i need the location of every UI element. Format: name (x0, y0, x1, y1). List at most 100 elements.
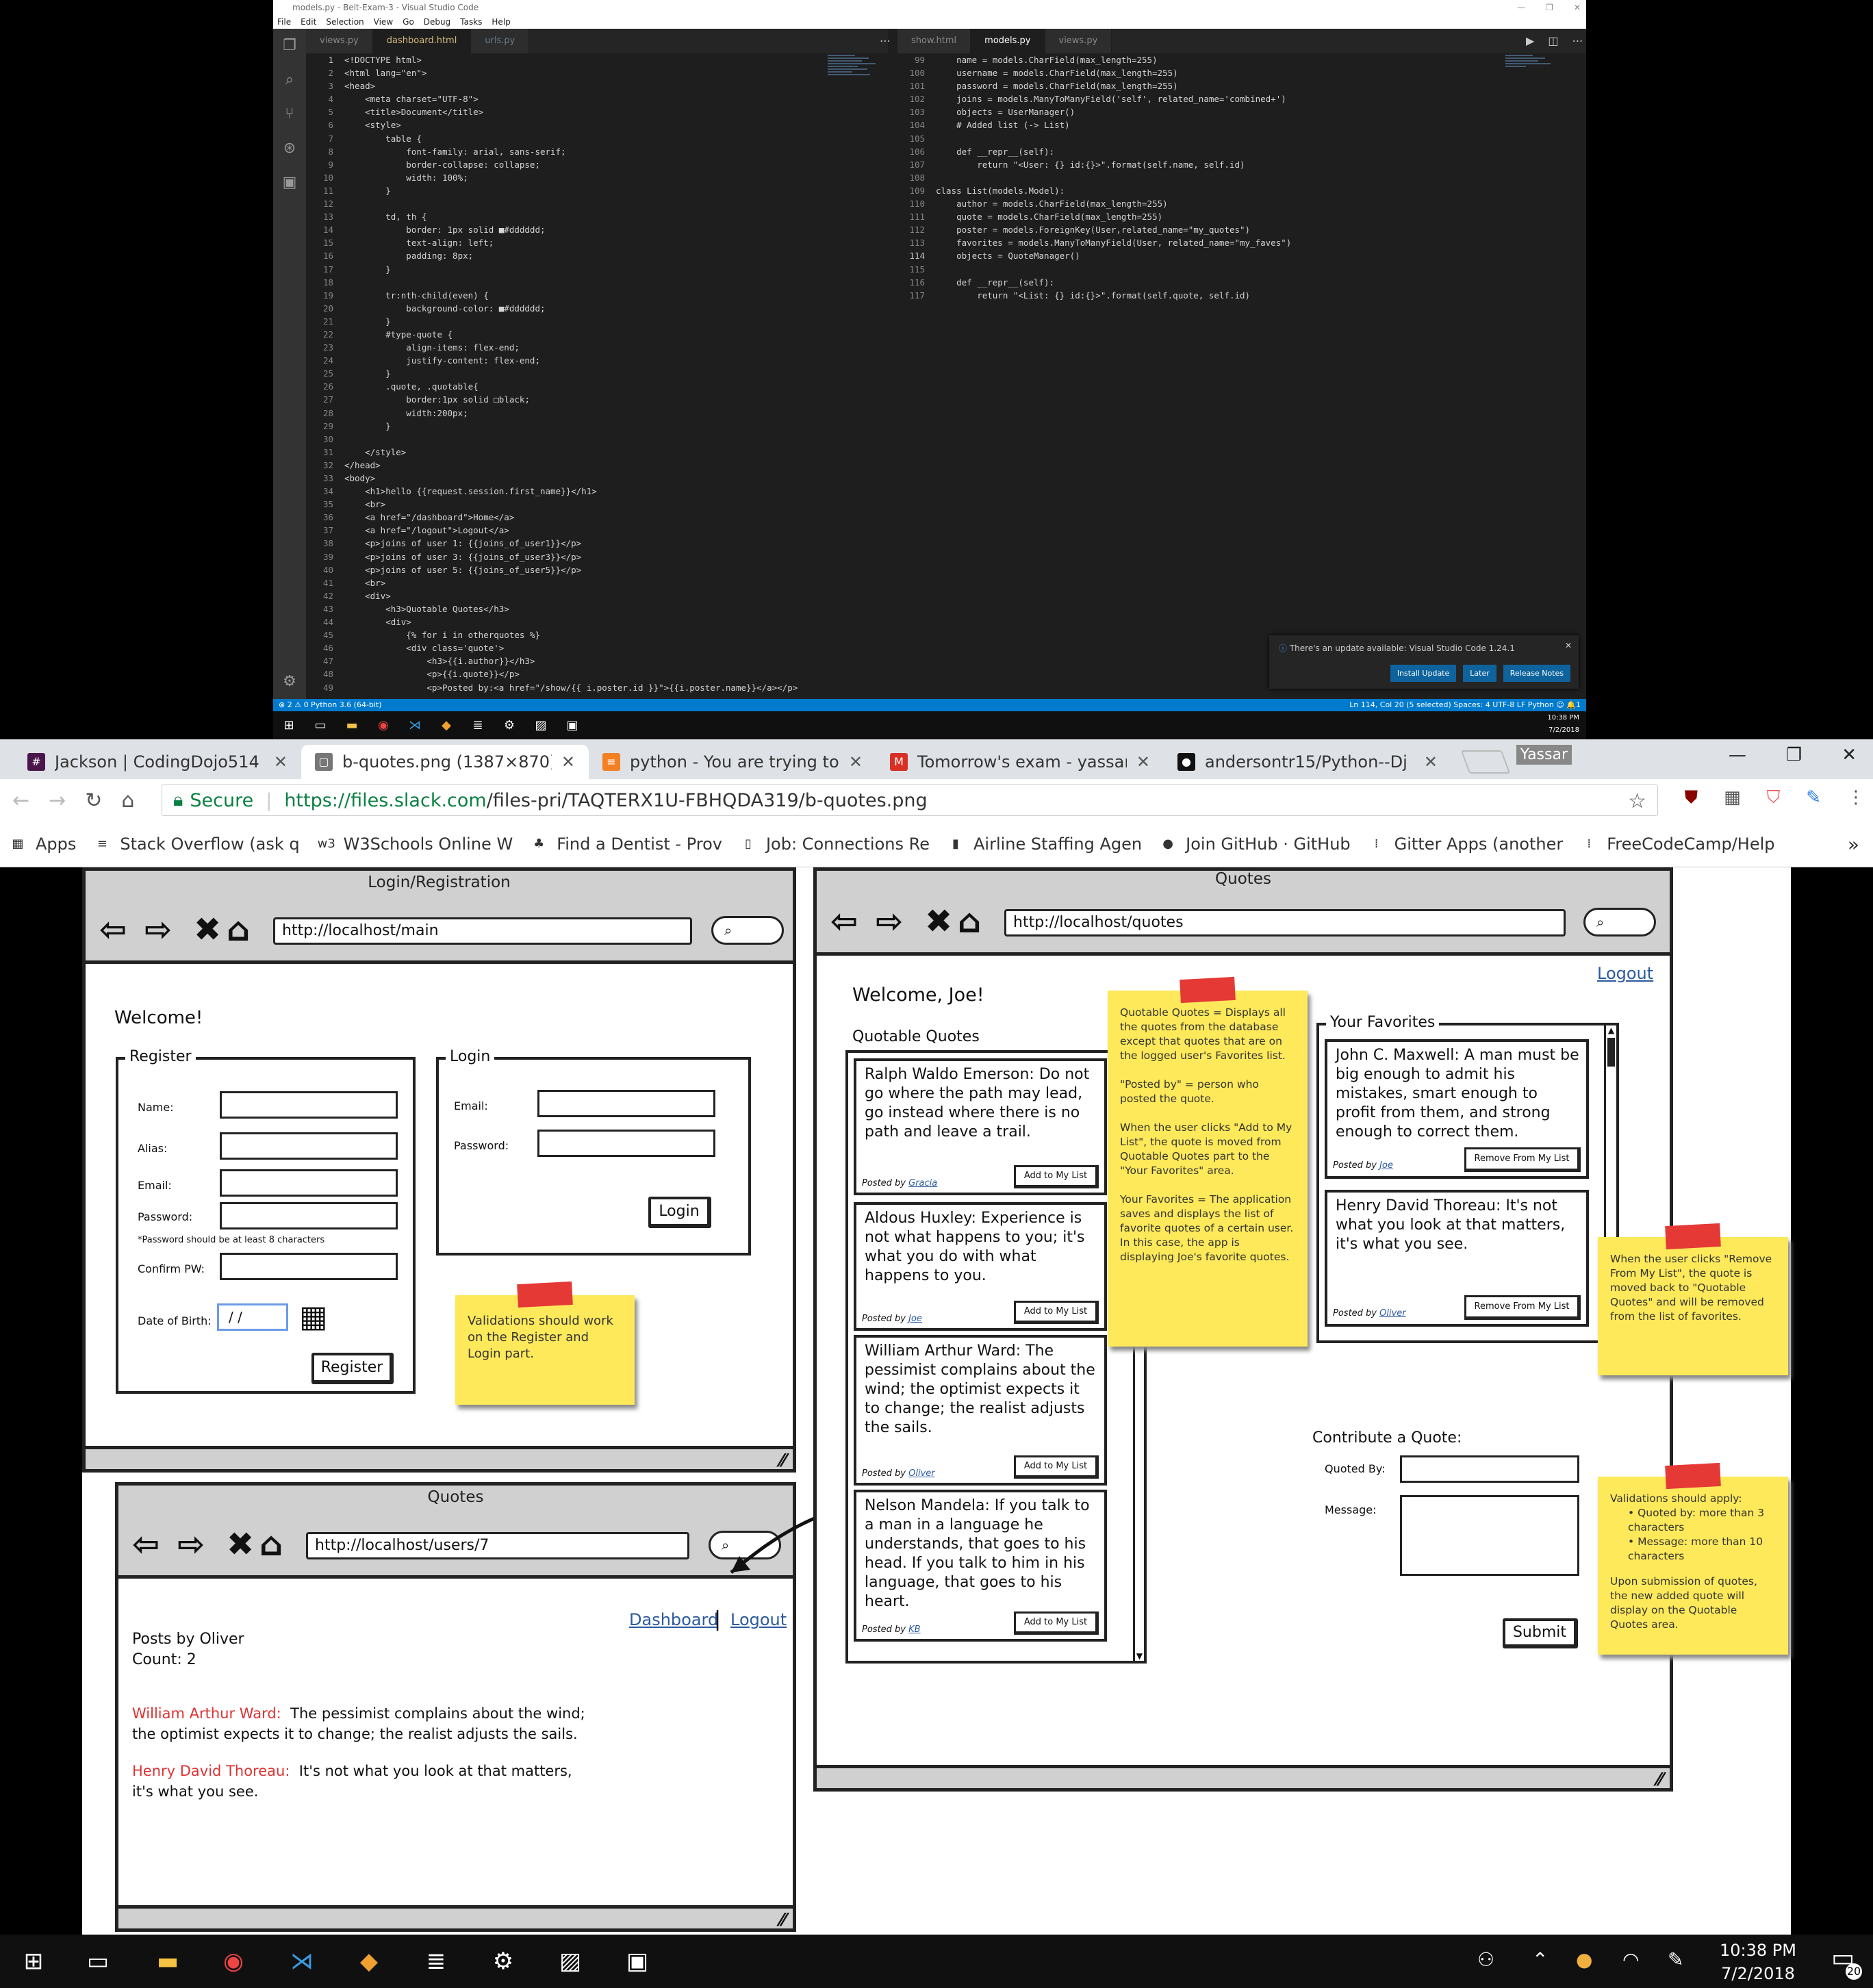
remove-from-list-button[interactable]: Remove From My List (1464, 1147, 1581, 1172)
menu-item[interactable]: File (277, 15, 291, 29)
address-bar[interactable]: 🔒︎ Secure | https://files.slack.com /fil… (162, 785, 1658, 816)
poster-link[interactable]: Joe (1379, 1160, 1393, 1171)
pen-icon[interactable]: ✎ (1668, 1948, 1683, 1971)
bookmark-item[interactable]: w3 W3Schools Online W (318, 834, 513, 854)
status-left[interactable]: ⊗ 2 ⚠ 0 Python 3.6 (64-bit) (279, 699, 382, 711)
browser-tab[interactable]: ● andersontr15/Python--Dj ✕ (1164, 745, 1451, 779)
left-minimap[interactable] (828, 53, 882, 190)
qr-icon[interactable]: ▦ (1724, 787, 1741, 808)
vscode-window-controls[interactable]: — ❐ ✕ (1517, 0, 1581, 15)
start-icon[interactable]: ⊞ (18, 1946, 49, 1977)
poster-link[interactable]: Joe (908, 1314, 922, 1324)
source-control-icon[interactable]: ⑂ (273, 97, 306, 131)
task-view-icon[interactable]: ▭ (313, 718, 328, 733)
new-tab-button[interactable] (1460, 750, 1511, 774)
user-logout-link[interactable]: Logout (730, 1610, 787, 1629)
menu-item[interactable]: Tasks (460, 15, 482, 29)
login-password-input[interactable] (537, 1130, 715, 1157)
run-icon[interactable]: ▶ (1526, 29, 1534, 53)
confirm-password-input[interactable] (220, 1253, 398, 1280)
wifi-icon[interactable]: ◠ (1622, 1948, 1639, 1971)
close-icon[interactable]: ✖ (194, 910, 221, 949)
user-url-field[interactable]: http://localhost/users/7 (306, 1532, 689, 1559)
remove-from-list-button[interactable]: Remove From My List (1464, 1295, 1581, 1320)
home-icon[interactable]: ⌂ (227, 910, 250, 949)
settings-icon[interactable]: ⚙ (502, 718, 517, 733)
add-to-list-button[interactable]: Add to My List (1014, 1455, 1099, 1479)
search-icon[interactable]: ⌕ (711, 916, 784, 945)
back-arrow-icon[interactable]: ⇦ (99, 910, 127, 949)
task-view-icon[interactable]: ▭ (82, 1946, 114, 1977)
reload-icon[interactable]: ↻ (85, 789, 102, 813)
restore-icon[interactable]: ❐ (1786, 739, 1802, 771)
add-to-list-button[interactable]: Add to My List (1014, 1165, 1099, 1188)
poster-link[interactable]: Oliver (908, 1468, 935, 1479)
more-icon[interactable]: ⋯ (1572, 29, 1583, 53)
browser-tab[interactable]: M Tomorrow's exam - yassar ✕ (876, 745, 1164, 779)
bookmark-star-icon[interactable]: ☆ (1628, 789, 1646, 813)
chrome-icon[interactable]: ◉ (218, 1946, 249, 1977)
bookmark-item[interactable]: ▯ Job: Connections Re (740, 834, 930, 854)
forward-arrow-icon[interactable]: ⇨ (144, 910, 172, 949)
add-to-list-button[interactable]: Add to My List (1014, 1301, 1099, 1324)
start-icon[interactable]: ⊞ (281, 718, 296, 733)
quoted-by-input[interactable] (1400, 1455, 1579, 1483)
login-button[interactable]: Login (648, 1197, 711, 1228)
left-editor-more-icon[interactable]: ⋯ (880, 29, 891, 53)
taskbar-clock[interactable]: 10:38 PM 7/2/2018 (1720, 1939, 1796, 1985)
vscode-icon[interactable]: ⋊ (286, 1946, 318, 1977)
menu-icon[interactable]: ⋮ (1847, 787, 1865, 808)
chrome-window-controls[interactable]: — ❐ ✕ (1729, 739, 1866, 771)
submit-button[interactable]: Submit (1503, 1618, 1578, 1648)
bookmark-item[interactable]: ⁞ FreeCodeCamp/Help (1581, 834, 1774, 854)
split-editor-icon[interactable]: ◫ (1548, 29, 1558, 53)
home-icon[interactable]: ⌂ (259, 1525, 283, 1564)
bookmarks-overflow-icon[interactable]: » (1848, 833, 1859, 856)
git-icon[interactable]: ◆ (439, 718, 454, 733)
name-input[interactable] (220, 1091, 398, 1119)
ublock-icon[interactable]: ⛊ (1685, 787, 1698, 808)
git-icon[interactable]: ◆ (353, 1946, 385, 1977)
explorer-icon[interactable]: ❐ (273, 29, 306, 63)
email-input[interactable] (220, 1169, 398, 1197)
close-icon[interactable]: ✖ (227, 1525, 254, 1564)
login-email-input[interactable] (537, 1090, 715, 1117)
database-icon[interactable]: ≣ (470, 718, 485, 733)
bookmark-item[interactable]: ♣ Find a Dentist - Prov (531, 834, 722, 854)
bookmark-item[interactable]: ≡ Stack Overflow (ask q (94, 834, 300, 854)
scroll-up-icon[interactable]: ▲ (1606, 1025, 1616, 1035)
home-icon[interactable]: ⌂ (958, 902, 981, 941)
bookmark-item[interactable]: ▮ Airline Staffing Agen (947, 834, 1142, 854)
login-url-field[interactable]: http://localhost/main (273, 917, 692, 945)
password-input[interactable] (220, 1202, 398, 1229)
browser-tab[interactable]: ≡ python - You are trying to ✕ (589, 745, 876, 779)
add-to-list-button[interactable]: Add to My List (1014, 1611, 1099, 1635)
menu-item[interactable]: Help (492, 15, 510, 29)
tab-close-icon[interactable]: ✕ (849, 752, 863, 772)
menu-item[interactable]: Debug (424, 15, 450, 29)
bookmark-item[interactable]: ▦ Apps (10, 834, 76, 854)
poster-link[interactable]: KB (908, 1624, 920, 1635)
notification-close-icon[interactable]: ✕ (1565, 641, 1572, 650)
forward-arrow-icon[interactable]: ⇨ (177, 1525, 205, 1564)
message-input[interactable] (1400, 1495, 1579, 1576)
calendar-icon[interactable]: ▦ (299, 1299, 328, 1334)
file-explorer-icon[interactable]: ▬ (344, 718, 359, 733)
database-icon[interactable]: ≣ (420, 1946, 452, 1977)
people-icon[interactable]: ⚇ (1477, 1948, 1494, 1971)
forward-arrow-icon[interactable]: ⇨ (876, 902, 903, 941)
right-minimap[interactable] (1505, 53, 1560, 190)
browser-tab[interactable]: ▢ b-quotes.png (1387×870) ✕ (301, 745, 589, 779)
search-icon[interactable]: ⌕ (1583, 908, 1656, 936)
browser-tab[interactable]: # Jackson | CodingDojo514 ✕ (14, 745, 301, 779)
editor-tab[interactable]: urls.py (471, 29, 530, 53)
back-arrow-icon[interactable]: ⇦ (830, 902, 858, 941)
settings-gear-icon[interactable]: ⚙ (273, 665, 306, 699)
extensions-icon[interactable]: ▣ (273, 166, 306, 200)
file-explorer-icon[interactable]: ▬ (152, 1946, 183, 1977)
tab-close-icon[interactable]: ✕ (561, 752, 575, 772)
poster-link[interactable]: Gracia (908, 1178, 937, 1188)
close-icon[interactable]: ✕ (1574, 0, 1581, 15)
minimize-icon[interactable]: — (1517, 0, 1525, 15)
editor-tab[interactable]: dashboard.html (372, 29, 472, 53)
